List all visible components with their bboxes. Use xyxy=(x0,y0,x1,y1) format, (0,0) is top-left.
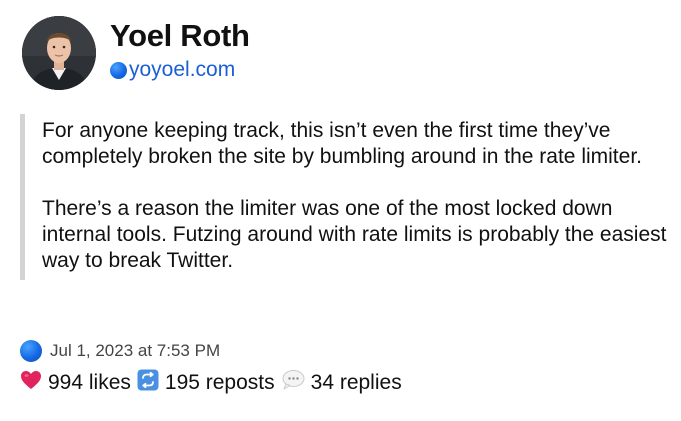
post-header: Yoel Roth yoyoel.com xyxy=(22,16,250,90)
post-meta: Jul 1, 2023 at 7:53 PM 994 likes 195 rep… xyxy=(20,339,408,397)
blue-circle-icon xyxy=(110,61,127,79)
reposts-count[interactable]: 195 reposts xyxy=(165,371,275,395)
post-date[interactable]: Jul 1, 2023 at 7:53 PM xyxy=(50,341,220,361)
avatar-portrait-image xyxy=(22,16,96,90)
repost-arrows-icon xyxy=(137,369,159,397)
author-handle[interactable]: yoyoel.com xyxy=(129,58,235,82)
post-date-row[interactable]: Jul 1, 2023 at 7:53 PM xyxy=(20,339,408,363)
author-identity: Yoel Roth yoyoel.com xyxy=(110,18,250,82)
replies-count[interactable]: 34 replies xyxy=(311,371,402,395)
red-heart-icon xyxy=(20,370,42,396)
post-paragraph-1: For anyone keeping track, this isn’t eve… xyxy=(42,119,642,168)
post-paragraph-2: There’s a reason the limiter was one of … xyxy=(42,197,667,272)
author-handle-row[interactable]: yoyoel.com xyxy=(110,58,250,82)
avatar[interactable] xyxy=(22,16,96,90)
post-body-blockquote: For anyone keeping track, this isn’t eve… xyxy=(20,114,672,280)
speech-bubble-icon xyxy=(281,369,305,397)
author-name[interactable]: Yoel Roth xyxy=(110,18,250,54)
post-stats: 994 likes 195 reposts 34 replies xyxy=(20,369,408,397)
blue-circle-icon xyxy=(20,340,42,362)
likes-count[interactable]: 994 likes xyxy=(48,371,131,395)
